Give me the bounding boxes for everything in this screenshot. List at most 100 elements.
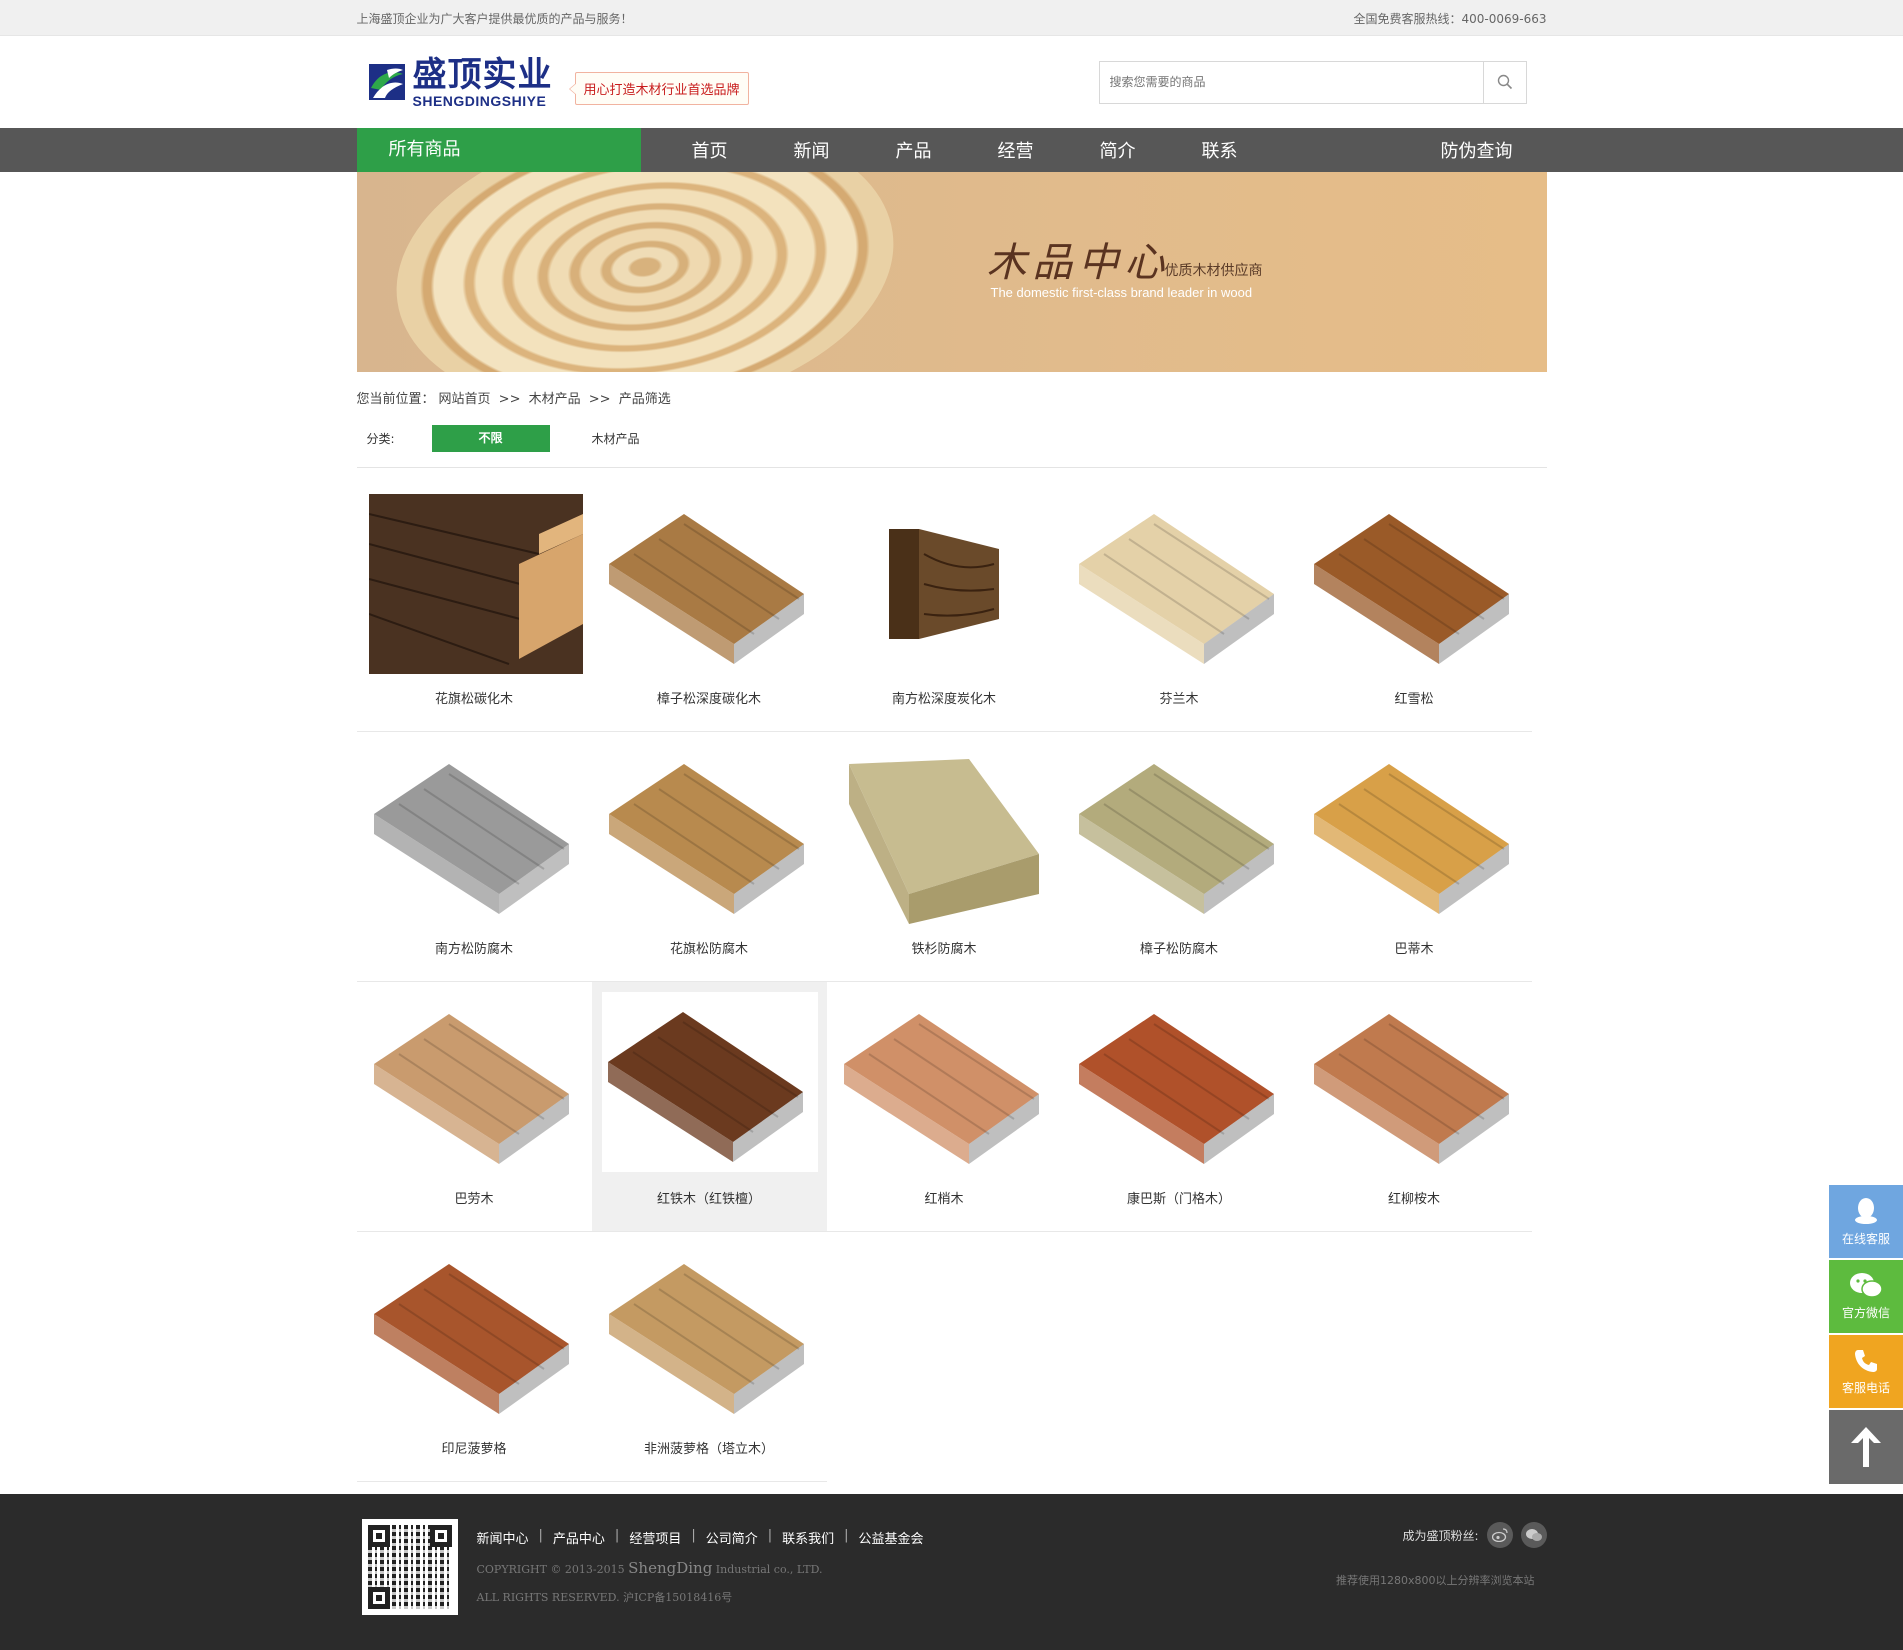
- qq-icon: [1855, 1198, 1877, 1224]
- product-image[interactable]: [369, 994, 583, 1174]
- product-image[interactable]: [1074, 744, 1288, 924]
- product-card[interactable]: 花旗松防腐木: [591, 732, 827, 982]
- product-card[interactable]: 非洲菠萝格（塔立木）: [591, 1232, 827, 1482]
- filter-label: 分类:: [366, 432, 395, 446]
- product-name[interactable]: 红梢木: [827, 1188, 1062, 1207]
- product-name[interactable]: 红铁木（红铁檀）: [592, 1188, 827, 1207]
- qr-code: [361, 1519, 458, 1615]
- product-name[interactable]: 花旗松防腐木: [592, 938, 827, 957]
- side-float-bar: 在线客服 官方微信 客服电话: [1829, 1185, 1903, 1486]
- product-name[interactable]: 樟子松深度碳化木: [592, 688, 827, 707]
- product-image[interactable]: [1074, 494, 1288, 674]
- product-image[interactable]: [1309, 494, 1523, 674]
- breadcrumb-category[interactable]: 木材产品: [529, 392, 581, 407]
- footer: 新闻中心 | 产品中心 | 经营项目 | 公司简介 | 联系我们 | 公益基金会…: [0, 1494, 1903, 1650]
- product-image[interactable]: [369, 744, 583, 924]
- footer-link-about[interactable]: 公司简介: [706, 1528, 758, 1547]
- footer-link-news[interactable]: 新闻中心: [477, 1528, 529, 1547]
- product-name[interactable]: 南方松深度炭化木: [827, 688, 1062, 707]
- product-image[interactable]: [369, 1244, 583, 1424]
- product-name[interactable]: 巴蒂木: [1297, 938, 1532, 957]
- product-name[interactable]: 巴劳木: [357, 1188, 592, 1207]
- nav-anti-counterfeit[interactable]: 防伪查询: [1441, 137, 1513, 163]
- wood-log-image: [376, 172, 913, 372]
- product-name[interactable]: 非洲菠萝格（塔立木）: [592, 1438, 827, 1457]
- product-card[interactable]: 南方松深度炭化木: [826, 482, 1062, 732]
- footer-link-business[interactable]: 经营项目: [629, 1528, 681, 1547]
- search-button[interactable]: [1482, 61, 1526, 103]
- product-card[interactable]: 印尼菠萝格: [356, 1232, 592, 1482]
- banner-english: The domestic first-class brand leader in…: [990, 285, 1253, 300]
- product-image[interactable]: [839, 994, 1053, 1174]
- product-name[interactable]: 花旗松碳化木: [357, 688, 592, 707]
- product-name[interactable]: 康巴斯（门格木）: [1062, 1188, 1297, 1207]
- product-card[interactable]: 芬兰木: [1061, 482, 1297, 732]
- header: 盛顶实业 SHENGDINGSHIYE 用心打造木材行业首选品牌: [0, 36, 1903, 128]
- nav-item-business[interactable]: 经营: [965, 137, 1067, 163]
- product-grid: 花旗松碳化木 樟子松深度碳化木 南方松深度炭化木 芬兰木 红雪松南方松防腐木 花旗松防腐木…: [356, 482, 1547, 1482]
- footer-link-contact[interactable]: 联系我们: [782, 1528, 834, 1547]
- product-card[interactable]: 樟子松防腐木: [1061, 732, 1297, 982]
- product-name[interactable]: 铁杉防腐木: [827, 938, 1062, 957]
- product-image[interactable]: [368, 494, 583, 674]
- online-service-button[interactable]: 在线客服: [1829, 1185, 1903, 1258]
- footer-link-products[interactable]: 产品中心: [553, 1528, 605, 1547]
- product-card[interactable]: 红柳桉木: [1296, 982, 1532, 1232]
- nav-item-about[interactable]: 简介: [1067, 137, 1169, 163]
- footer-links: 新闻中心 | 产品中心 | 经营项目 | 公司简介 | 联系我们 | 公益基金会: [476, 1528, 924, 1547]
- breadcrumb-home[interactable]: 网站首页: [439, 392, 491, 407]
- nav-all-products[interactable]: 所有商品: [356, 128, 641, 172]
- banner-title: 木品中心: [986, 240, 1171, 286]
- weibo-icon[interactable]: [1486, 1522, 1513, 1548]
- product-image[interactable]: [1309, 744, 1523, 924]
- product-name[interactable]: 红柳桉木: [1297, 1188, 1532, 1207]
- breadcrumb-sep: >>: [588, 392, 611, 407]
- nav-item-news[interactable]: 新闻: [761, 137, 863, 163]
- product-card[interactable]: 康巴斯（门格木）: [1061, 982, 1297, 1232]
- breadcrumb-sep: >>: [498, 392, 521, 407]
- product-name[interactable]: 芬兰木: [1062, 688, 1297, 707]
- wechat-icon[interactable]: [1520, 1522, 1547, 1548]
- product-card[interactable]: 巴蒂木: [1296, 732, 1532, 982]
- product-card[interactable]: 樟子松深度碳化木: [591, 482, 827, 732]
- product-name[interactable]: 印尼菠萝格: [357, 1438, 592, 1457]
- official-wechat-button[interactable]: 官方微信: [1829, 1260, 1903, 1333]
- nav-items: 首页 新闻 产品 经营 简介 联系: [659, 137, 1271, 163]
- breadcrumb-current: 产品筛选: [618, 392, 671, 407]
- product-card[interactable]: 红梢木: [826, 982, 1062, 1232]
- product-card[interactable]: 红雪松: [1296, 482, 1532, 732]
- filter-option-wood[interactable]: 木材产品: [592, 430, 640, 447]
- top-bar: 上海盛顶企业为广大客户提供最优质的产品与服务！ 全国免费客服热线：400-006…: [0, 0, 1903, 36]
- nav-item-products[interactable]: 产品: [863, 137, 965, 163]
- arrow-up-icon: [1851, 1427, 1881, 1467]
- category-filter: 分类: 不限 木材产品: [356, 420, 1547, 468]
- product-image[interactable]: [839, 494, 1053, 674]
- filter-option-all[interactable]: 不限: [431, 425, 550, 452]
- product-name[interactable]: 樟子松防腐木: [1062, 938, 1297, 957]
- footer-link-foundation[interactable]: 公益基金会: [859, 1528, 924, 1547]
- product-name[interactable]: 红雪松: [1297, 688, 1532, 707]
- service-phone-button[interactable]: 客服电话: [1829, 1335, 1903, 1408]
- product-image[interactable]: [604, 494, 818, 674]
- product-card[interactable]: 南方松防腐木: [356, 732, 592, 982]
- nav-item-home[interactable]: 首页: [659, 137, 761, 163]
- back-to-top-button[interactable]: [1829, 1410, 1903, 1484]
- copyright: COPYRIGHT © 2013-2015 ShengDing Industri…: [476, 1559, 823, 1577]
- product-image[interactable]: [604, 1244, 818, 1424]
- product-name[interactable]: 南方松防腐木: [357, 938, 592, 957]
- product-card[interactable]: 巴劳木: [356, 982, 592, 1232]
- logo-chinese: 盛顶实业: [412, 55, 553, 95]
- product-card[interactable]: 铁杉防腐木: [826, 732, 1062, 982]
- search-input[interactable]: [1099, 61, 1483, 103]
- product-image[interactable]: [839, 744, 1053, 924]
- welcome-text: 上海盛顶企业为广大客户提供最优质的产品与服务！: [356, 11, 633, 26]
- product-card[interactable]: 红铁木（红铁檀）: [591, 982, 827, 1232]
- product-card[interactable]: 花旗松碳化木: [356, 482, 592, 732]
- logo[interactable]: 盛顶实业 SHENGDINGSHIYE: [363, 56, 553, 108]
- product-image[interactable]: [1309, 994, 1523, 1174]
- product-image[interactable]: [1074, 994, 1288, 1174]
- slogan-tag: 用心打造木材行业首选品牌: [568, 71, 749, 105]
- product-image[interactable]: [601, 992, 818, 1172]
- nav-item-contact[interactable]: 联系: [1169, 137, 1271, 163]
- product-image[interactable]: [604, 744, 818, 924]
